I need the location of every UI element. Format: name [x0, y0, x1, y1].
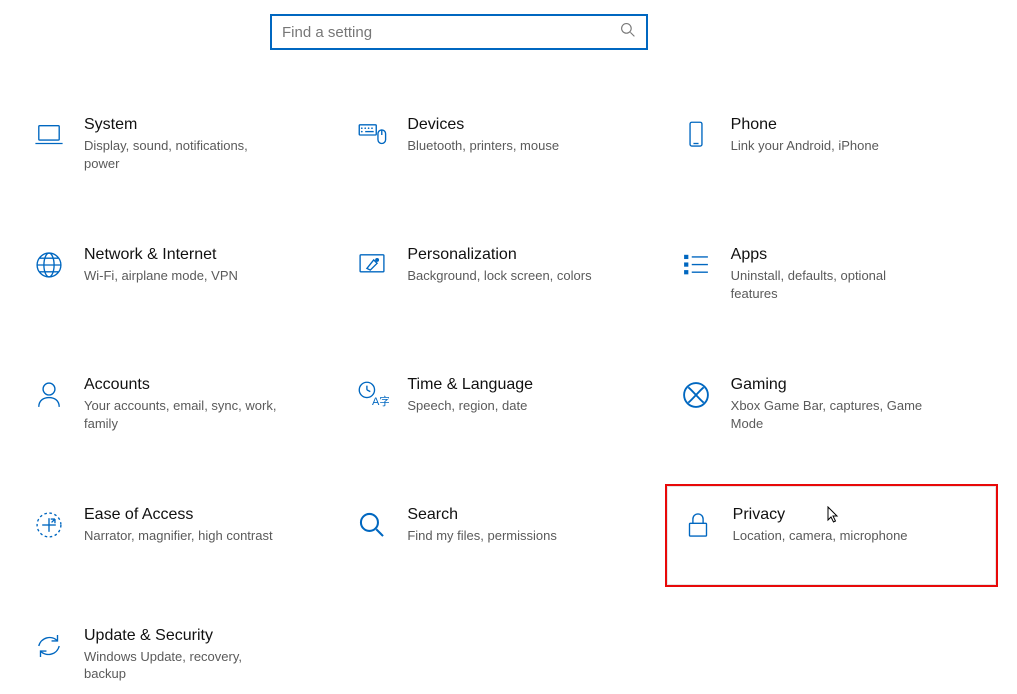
laptop-icon: [32, 118, 66, 152]
lock-icon: [681, 508, 715, 542]
tile-title: Phone: [731, 116, 879, 134]
tile-time-language[interactable]: A字 Time & Language Speech, region, date: [351, 370, 664, 438]
tile-phone[interactable]: Phone Link your Android, iPhone: [675, 110, 988, 178]
tile-desc: Location, camera, microphone: [733, 527, 908, 545]
search-input[interactable]: [282, 24, 620, 41]
tile-desc: Display, sound, notifications, power: [84, 137, 284, 172]
settings-grid: System Display, sound, notifications, po…: [28, 110, 988, 689]
tile-desc: Xbox Game Bar, captures, Game Mode: [731, 397, 931, 432]
tile-title: Gaming: [731, 376, 931, 394]
xbox-icon: [679, 378, 713, 412]
ease-of-access-icon: [32, 508, 66, 542]
tile-desc: Windows Update, recovery, backup: [84, 648, 284, 683]
tile-desc: Wi-Fi, airplane mode, VPN: [84, 267, 238, 285]
tile-devices[interactable]: Devices Bluetooth, printers, mouse: [351, 110, 664, 178]
tile-search[interactable]: Search Find my files, permissions: [351, 500, 664, 559]
tile-title: Network & Internet: [84, 246, 238, 264]
tile-title: Apps: [731, 246, 931, 264]
tile-system[interactable]: System Display, sound, notifications, po…: [28, 110, 341, 178]
tile-title: Personalization: [407, 246, 591, 264]
person-icon: [32, 378, 66, 412]
tile-personalization[interactable]: Personalization Background, lock screen,…: [351, 240, 664, 308]
tile-privacy[interactable]: Privacy Location, camera, microphone: [665, 484, 998, 587]
paintbrush-icon: [355, 248, 389, 282]
cursor-icon: [827, 506, 841, 524]
tile-apps[interactable]: Apps Uninstall, defaults, optional featu…: [675, 240, 988, 308]
tile-title: Time & Language: [407, 376, 533, 394]
tile-title: Search: [407, 506, 557, 524]
tile-title: Update & Security: [84, 627, 284, 645]
tile-desc: Uninstall, defaults, optional features: [731, 267, 931, 302]
tile-title: Ease of Access: [84, 506, 273, 524]
tile-gaming[interactable]: Gaming Xbox Game Bar, captures, Game Mod…: [675, 370, 988, 438]
search-icon: [620, 22, 636, 43]
tile-desc: Narrator, magnifier, high contrast: [84, 527, 273, 545]
tile-title: Devices: [407, 116, 559, 134]
keyboard-mouse-icon: [355, 118, 389, 152]
tile-update-security[interactable]: Update & Security Windows Update, recove…: [28, 621, 341, 689]
tile-title: Privacy: [733, 506, 908, 524]
globe-icon: [32, 248, 66, 282]
svg-text:A字: A字: [372, 394, 389, 408]
tile-desc: Find my files, permissions: [407, 527, 557, 545]
tile-desc: Speech, region, date: [407, 397, 533, 415]
tile-desc: Your accounts, email, sync, work, family: [84, 397, 284, 432]
tile-ease-of-access[interactable]: Ease of Access Narrator, magnifier, high…: [28, 500, 341, 559]
search-box[interactable]: [270, 14, 648, 50]
tile-desc: Background, lock screen, colors: [407, 267, 591, 285]
time-language-icon: A字: [355, 378, 389, 412]
tile-network[interactable]: Network & Internet Wi-Fi, airplane mode,…: [28, 240, 341, 308]
magnify-icon: [355, 508, 389, 542]
tile-title: Accounts: [84, 376, 284, 394]
apps-list-icon: [679, 248, 713, 282]
tile-title: System: [84, 116, 284, 134]
tile-desc: Bluetooth, printers, mouse: [407, 137, 559, 155]
tile-desc: Link your Android, iPhone: [731, 137, 879, 155]
update-icon: [32, 629, 66, 663]
phone-icon: [679, 118, 713, 152]
tile-accounts[interactable]: Accounts Your accounts, email, sync, wor…: [28, 370, 341, 438]
